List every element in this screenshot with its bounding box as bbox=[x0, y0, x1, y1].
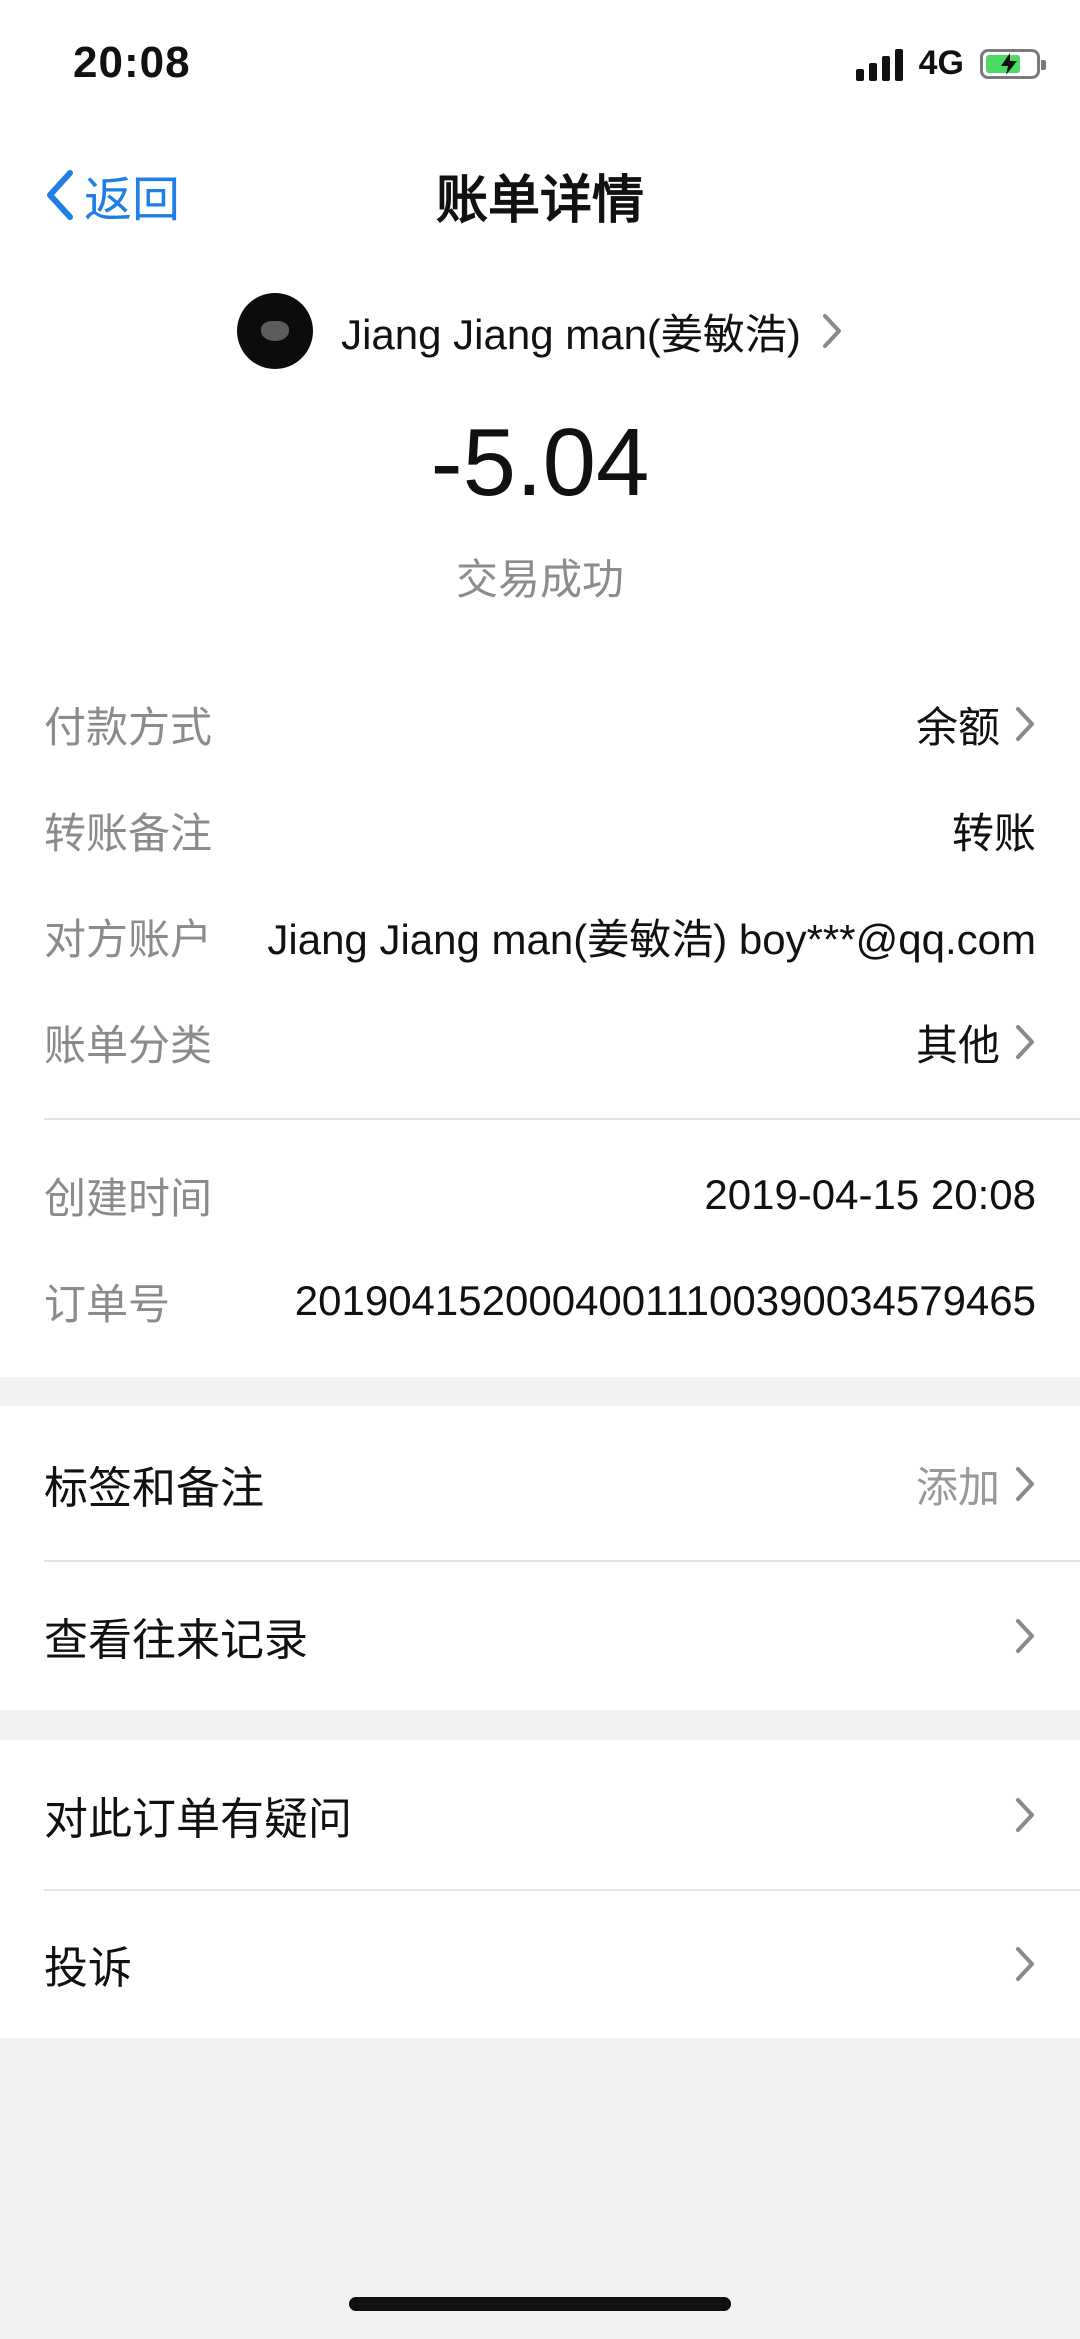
add-hint: 添加 bbox=[915, 1463, 1000, 1511]
transfer-note-label: 转账备注 bbox=[44, 809, 213, 857]
divider bbox=[44, 1889, 1080, 1891]
history-label: 查看往来记录 bbox=[44, 1616, 308, 1665]
bill-category-row[interactable]: 账单分类 其他 bbox=[44, 1012, 1036, 1072]
complaint-item[interactable]: 投诉 bbox=[44, 1934, 1036, 1994]
chevron-right-icon bbox=[1016, 1467, 1034, 1501]
order-question-item[interactable]: 对此订单有疑问 bbox=[44, 1785, 1036, 1845]
chevron-right-icon bbox=[1016, 1619, 1034, 1653]
status-indicators: 4G bbox=[855, 44, 1046, 83]
created-time-value: 2019-04-15 20:08 bbox=[704, 1171, 1036, 1218]
created-time-row: 创建时间 2019-04-15 20:08 bbox=[44, 1165, 1036, 1225]
divider bbox=[44, 1560, 1080, 1562]
tags-notes-label: 标签和备注 bbox=[44, 1464, 264, 1513]
history-item[interactable]: 查看往来记录 bbox=[44, 1606, 1036, 1666]
divider bbox=[44, 1118, 1080, 1120]
order-question-label: 对此订单有疑问 bbox=[44, 1795, 352, 1844]
signal-icon bbox=[855, 47, 903, 81]
counterparty-value: Jiang Jiang man(姜敏浩) boy***@qq.com bbox=[267, 915, 1036, 963]
chevron-right-icon bbox=[1016, 1947, 1034, 1981]
bill-category-label: 账单分类 bbox=[44, 1021, 213, 1069]
payee-link[interactable]: Jiang Jiang man(姜敏浩) bbox=[0, 293, 1080, 369]
amount: -5.04 bbox=[430, 409, 650, 516]
payment-method-row[interactable]: 付款方式 余额 bbox=[44, 694, 1036, 754]
tags-notes-item[interactable]: 标签和备注 添加 bbox=[44, 1454, 1036, 1514]
status-time: 20:08 bbox=[73, 38, 191, 87]
trade-status: 交易成功 bbox=[455, 556, 624, 603]
counterparty-label: 对方账户 bbox=[44, 915, 213, 963]
home-indicator[interactable] bbox=[349, 2297, 731, 2311]
chevron-right-icon bbox=[822, 314, 841, 348]
order-number-label: 订单号 bbox=[44, 1280, 171, 1328]
order-number-row: 订单号 20190415200040011100390034579465 bbox=[44, 1271, 1036, 1331]
avatar bbox=[237, 293, 314, 369]
chevron-right-icon bbox=[1016, 707, 1034, 741]
bill-category-value: 其他 bbox=[915, 1021, 1000, 1069]
chevron-right-icon bbox=[1016, 1025, 1034, 1059]
created-time-label: 创建时间 bbox=[44, 1174, 213, 1222]
battery-icon bbox=[980, 48, 1046, 79]
page-title: 账单详情 bbox=[435, 172, 644, 230]
payment-method-value: 余额 bbox=[915, 703, 1000, 751]
network-type: 4G bbox=[918, 44, 964, 82]
transfer-note-value: 转账 bbox=[951, 809, 1036, 857]
order-number-value: 20190415200040011100390034579465 bbox=[294, 1277, 1036, 1324]
complaint-label: 投诉 bbox=[44, 1944, 132, 1993]
transfer-note-row: 转账备注 转账 bbox=[44, 800, 1036, 860]
payee-name: Jiang Jiang man(姜敏浩) bbox=[341, 310, 801, 358]
chevron-right-icon bbox=[1016, 1798, 1034, 1832]
counterparty-row: 对方账户 Jiang Jiang man(姜敏浩) boy***@qq.com bbox=[44, 906, 1036, 966]
payment-method-label: 付款方式 bbox=[44, 703, 213, 751]
